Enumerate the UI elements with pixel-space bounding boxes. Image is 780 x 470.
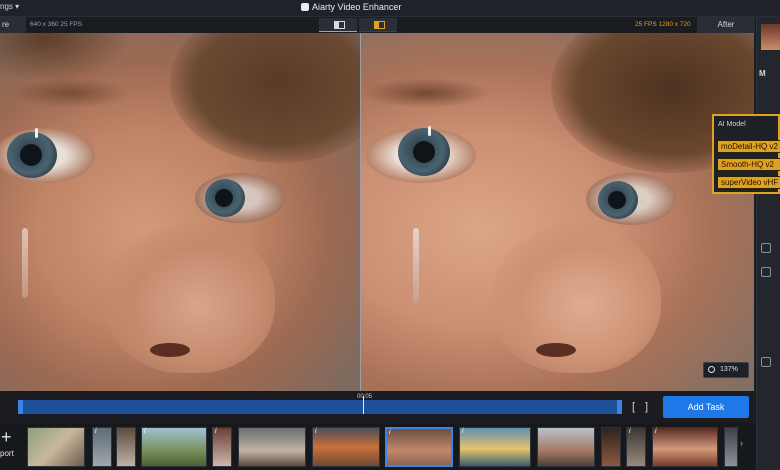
enhanced-preview[interactable] xyxy=(361,33,754,391)
tear-drop xyxy=(413,228,419,303)
model-section-label: M xyxy=(759,69,766,78)
clip-thumbnail[interactable]: i xyxy=(141,427,207,467)
import-button[interactable]: + port xyxy=(0,427,20,467)
info-icon[interactable]: i xyxy=(629,428,631,435)
original-preview[interactable] xyxy=(0,33,360,391)
trim-end-handle[interactable] xyxy=(617,400,622,414)
split-view-icon xyxy=(334,21,345,29)
magnifier-icon xyxy=(708,366,715,373)
clip-thumbnail[interactable]: i xyxy=(626,427,646,467)
clip-thumbnail[interactable] xyxy=(601,427,621,467)
timeline-track[interactable] xyxy=(18,396,622,414)
app-logo-icon xyxy=(301,3,309,11)
clip-thumbnail[interactable]: i xyxy=(652,427,718,467)
clip-thumbnail[interactable]: i xyxy=(459,427,531,467)
clip-thumbnail[interactable] xyxy=(537,427,595,467)
clip-thumbnail[interactable]: i xyxy=(312,427,380,467)
mark-out-button[interactable]: ] xyxy=(645,401,648,413)
clip-thumbnail[interactable] xyxy=(116,427,136,467)
chevron-right-icon[interactable]: › xyxy=(740,438,743,448)
split-view-button[interactable] xyxy=(319,18,357,32)
trim-start-handle[interactable] xyxy=(18,400,23,414)
add-task-button[interactable]: Add Task xyxy=(663,396,749,418)
clip-thumbnail-selected[interactable]: i xyxy=(385,427,453,467)
zoom-level: 137% xyxy=(720,366,738,373)
video-thumbnail[interactable] xyxy=(761,24,780,50)
ai-model-option-modetail[interactable]: moDetail-HQ v2 xyxy=(717,140,780,153)
clip-thumbnail[interactable] xyxy=(724,427,738,467)
output-info: 25 FPS 1280 x 720 xyxy=(635,21,691,28)
app-title: Aiarty Video Enhancer xyxy=(312,2,402,12)
nose xyxy=(491,223,661,373)
import-label: port xyxy=(0,449,14,458)
ai-model-option-supervideo[interactable]: superVideo vHF xyxy=(717,176,780,189)
clip-thumbnail[interactable]: i xyxy=(92,427,112,467)
ai-model-header: AI Model xyxy=(718,121,746,128)
info-icon[interactable]: i xyxy=(215,428,217,435)
side-by-side-icon xyxy=(374,21,385,29)
info-icon[interactable]: i xyxy=(315,428,317,435)
option-checkbox-3[interactable] xyxy=(761,357,771,367)
settings-menu[interactable]: ngs ▾ xyxy=(0,2,19,11)
info-icon[interactable]: i xyxy=(389,429,391,436)
info-icon[interactable]: i xyxy=(144,428,146,435)
info-icon[interactable]: i xyxy=(95,428,97,435)
option-checkbox-1[interactable] xyxy=(761,243,771,253)
before-label: re xyxy=(0,17,26,33)
source-info: 640 x 360 25 FPS xyxy=(30,21,83,28)
clip-thumbnail[interactable] xyxy=(27,427,85,467)
settings-sidebar: M xyxy=(756,17,780,470)
plus-icon: + xyxy=(1,427,12,447)
playhead[interactable] xyxy=(363,396,364,414)
info-icon[interactable]: i xyxy=(462,428,464,435)
preview-info-bar: re 640 x 360 25 FPS 25 FPS 1280 x 720 Af… xyxy=(0,17,756,33)
ai-model-option-smooth[interactable]: Smooth-HQ v2 xyxy=(717,158,780,171)
clip-thumbnail[interactable]: i xyxy=(212,427,232,467)
ai-model-dropdown[interactable]: AI Model moDetail-HQ v2 Smooth-HQ v2 sup… xyxy=(712,114,780,194)
after-label: After xyxy=(697,17,755,33)
compare-mode-toggle[interactable] xyxy=(319,18,399,32)
zoom-control[interactable]: 137% xyxy=(703,362,749,378)
nose xyxy=(105,223,275,373)
clip-thumbnail[interactable] xyxy=(238,427,306,467)
side-by-side-button[interactable] xyxy=(359,18,397,32)
title-bar: ngs ▾ Aiarty Video Enhancer xyxy=(0,0,780,17)
info-icon[interactable]: i xyxy=(655,428,657,435)
mark-in-button[interactable]: [ xyxy=(632,401,635,413)
tear-drop xyxy=(22,228,28,298)
option-checkbox-2[interactable] xyxy=(761,267,771,277)
